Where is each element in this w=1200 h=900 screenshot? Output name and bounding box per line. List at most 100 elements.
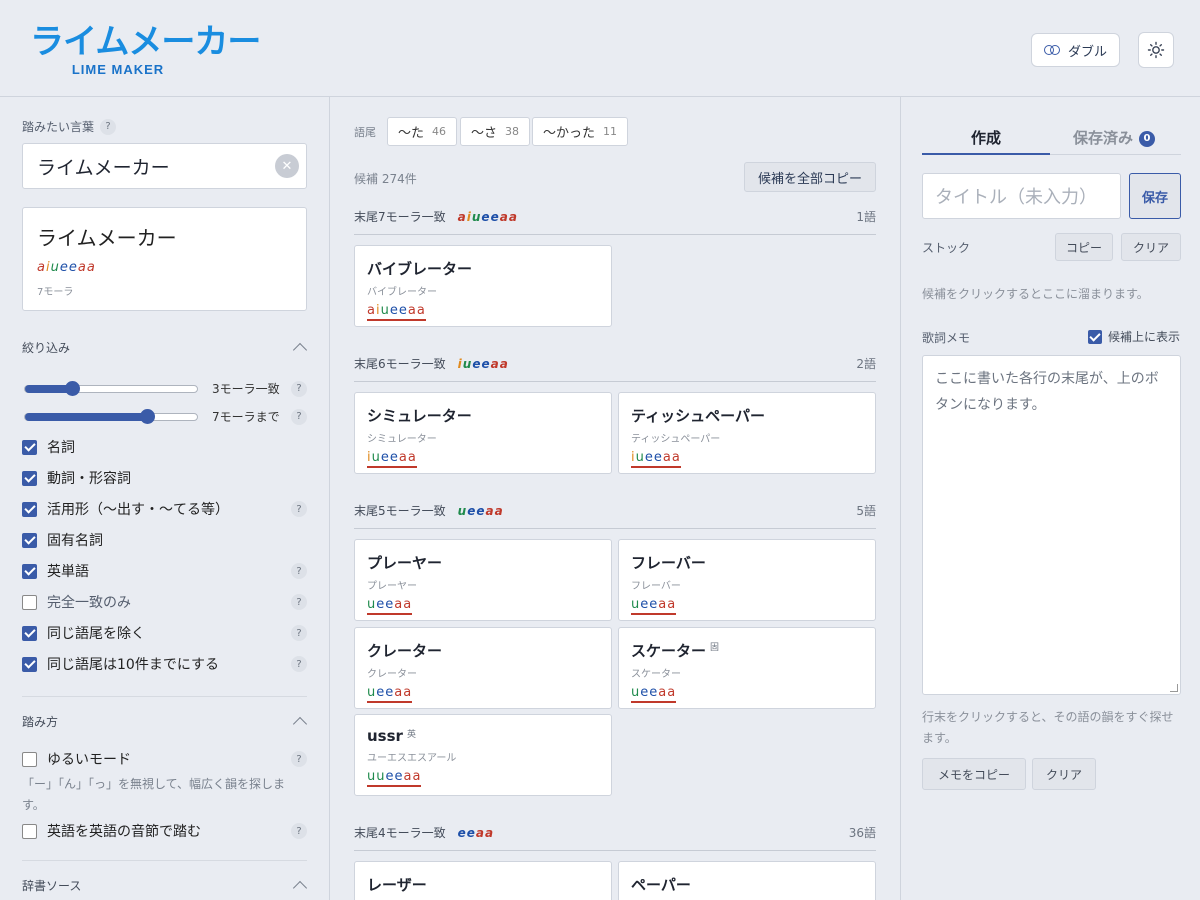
rhyme-vowels: uueeaa	[367, 768, 422, 787]
mora-min-slider[interactable]: 3モーラ一致 ?	[24, 380, 307, 397]
checkbox[interactable]	[22, 563, 37, 579]
slider-track[interactable]	[24, 408, 198, 424]
double-button[interactable]: ダブル	[1031, 33, 1120, 67]
checkbox[interactable]	[22, 501, 37, 517]
preview-mora: 7モーラ	[37, 287, 74, 298]
word-input[interactable]: ライムメーカー ✕	[22, 143, 307, 189]
filter-checkbox-row[interactable]: 活用形（〜出す・〜てる等）?	[22, 499, 307, 519]
rhyme-card[interactable]: ティッシュペーパー ティッシュペーパー iueeaa	[618, 392, 876, 474]
slider-track[interactable]	[24, 380, 198, 396]
rhyme-card[interactable]: スケーター固スケーター ueeaa	[618, 627, 876, 709]
mora-max-slider[interactable]: 7モーラまで ?	[24, 408, 307, 425]
group-vowels: ueeaa	[457, 504, 504, 518]
rhyme-card[interactable]: プレーヤー プレーヤー ueeaa	[354, 539, 612, 621]
checkbox[interactable]	[22, 823, 37, 839]
clear-memo-button[interactable]: クリア	[1032, 758, 1096, 790]
saved-count-badge: 0	[1139, 130, 1155, 147]
lyric-memo-textarea[interactable]: ここに書いた各行の末尾が、上のボタンになります。	[922, 355, 1181, 695]
filter-checkbox-row[interactable]: 同じ語尾は10件までにする?	[22, 654, 307, 674]
slider-fill	[25, 412, 147, 421]
tab-saved[interactable]: 保存済み 0	[1050, 127, 1178, 148]
group-count: 1語	[856, 210, 876, 224]
help-icon[interactable]: ?	[291, 380, 307, 397]
group-header: 末尾5モーラ一致 ueeaa 5語	[354, 502, 876, 529]
resize-grip-icon[interactable]	[1170, 684, 1178, 692]
show-above-checkbox[interactable]: 候補上に表示	[1088, 328, 1180, 345]
group-count: 2語	[856, 357, 876, 371]
copy-memo-button[interactable]: メモをコピー	[922, 758, 1026, 790]
checkbox[interactable]	[1088, 329, 1102, 344]
checkbox[interactable]	[22, 656, 37, 672]
suffix-chip[interactable]: 〜た 46	[387, 117, 458, 146]
memo-label: 歌詞メモ	[922, 331, 971, 345]
checkbox[interactable]	[22, 751, 37, 767]
filter-checkbox-row[interactable]: 完全一致のみ?	[22, 592, 307, 612]
rhyme-vowels: iueeaa	[367, 449, 417, 468]
rhyme-card[interactable]: レーザー	[354, 861, 612, 900]
help-icon[interactable]: ?	[291, 625, 307, 641]
help-icon[interactable]: ?	[291, 823, 307, 839]
checkbox-label: 英単語	[47, 564, 89, 580]
help-icon[interactable]: ?	[291, 563, 307, 579]
rhyme-card[interactable]: クレーター クレーター ueeaa	[354, 627, 612, 709]
checkbox[interactable]	[22, 532, 37, 548]
suffix-chip[interactable]: 〜さ 38	[460, 117, 531, 146]
checkbox[interactable]	[22, 625, 37, 641]
rhyme-card[interactable]: ussr 英ユーエスエスアール uueeaa	[354, 714, 612, 796]
rhyme-reading: フレーバー	[631, 581, 681, 592]
checkbox-label: 活用形（〜出す・〜てる等）	[47, 502, 229, 518]
tab-create[interactable]: 作成	[922, 127, 1050, 148]
dict-section-header[interactable]: 辞書ソース	[22, 877, 308, 896]
group-title: 末尾4モーラ一致 eeaa	[354, 824, 494, 850]
help-icon[interactable]: ?	[100, 118, 117, 135]
help-icon[interactable]: ?	[291, 594, 307, 610]
clear-icon[interactable]: ✕	[275, 154, 299, 178]
save-button[interactable]: 保存	[1129, 173, 1181, 219]
checkbox-label: 動詞・形容詞	[47, 471, 131, 487]
results-panel: 語尾 〜た 46 〜さ 38 〜かった 11 候補 274件 候補を全部コピー …	[330, 97, 900, 900]
rhyme-word-text: レーザー	[367, 876, 427, 894]
copy-all-button[interactable]: 候補を全部コピー	[744, 162, 876, 192]
rhyme-card[interactable]: フレーバー フレーバー ueeaa	[618, 539, 876, 621]
suffix-chip[interactable]: 〜かった 11	[532, 117, 629, 146]
help-icon[interactable]: ?	[291, 656, 307, 672]
rhyme-card[interactable]: シミュレーター シミュレーター iueeaa	[354, 392, 612, 474]
checkbox-label: 同じ語尾を除く	[47, 626, 145, 642]
checkbox[interactable]	[22, 439, 37, 455]
filter-checkbox-row[interactable]: 固有名詞	[22, 530, 307, 550]
slider-knob[interactable]	[65, 380, 80, 396]
filter-checkbox-row[interactable]: 名詞	[22, 437, 307, 457]
theme-toggle-button[interactable]	[1138, 32, 1174, 68]
stock-clear-button[interactable]: クリア	[1121, 233, 1181, 261]
help-icon[interactable]: ?	[291, 501, 307, 517]
stock-copy-button[interactable]: コピー	[1055, 233, 1113, 261]
loose-mode-checkbox[interactable]: ゆるいモード ?	[22, 749, 307, 769]
english-syllable-checkbox[interactable]: 英語を英語の音節で踏む ?	[22, 821, 307, 841]
filter-checkbox-row[interactable]: 同じ語尾を除く?	[22, 623, 307, 643]
rhyme-word: ussr 英	[367, 727, 599, 745]
rhyme-word-text: ペーパー	[631, 876, 691, 894]
group-vowels: eeaa	[457, 826, 495, 840]
help-icon[interactable]: ?	[291, 751, 307, 767]
memo-hint: 行末をクリックすると、その語の韻をすぐ探せます。	[922, 710, 1174, 745]
rhyme-word-text: シミュレーター	[367, 407, 472, 425]
candidate-count: 候補 274件	[354, 172, 417, 186]
rhyme-card[interactable]: ペーパー	[618, 861, 876, 900]
help-icon[interactable]: ?	[291, 408, 307, 425]
preview-vowels: aiueeaa	[37, 260, 96, 275]
logo-subtitle: LIME MAKER	[71, 62, 165, 77]
fumikata-section-header[interactable]: 踏み方	[22, 713, 308, 732]
rhyme-word-text: ussr	[367, 727, 403, 745]
filter-section-header[interactable]: 絞り込み	[22, 339, 308, 358]
logo[interactable]: ライムメーカー LIME MAKER	[30, 24, 261, 77]
filter-checkbox-row[interactable]: 英単語?	[22, 561, 307, 581]
filter-checkbox-row[interactable]: 動詞・形容詞	[22, 468, 307, 488]
slider-knob[interactable]	[140, 408, 155, 424]
rhyme-card[interactable]: バイブレーター バイブレーター aiueeaa	[354, 245, 612, 327]
rhyme-word: フレーバー	[631, 552, 863, 573]
title-input[interactable]: タイトル（未入力）	[922, 173, 1121, 219]
fumikata-title: 踏み方	[22, 715, 59, 729]
checkbox[interactable]	[22, 470, 37, 486]
rhyme-reading: シミュレーター	[367, 434, 437, 445]
checkbox[interactable]	[22, 594, 37, 610]
